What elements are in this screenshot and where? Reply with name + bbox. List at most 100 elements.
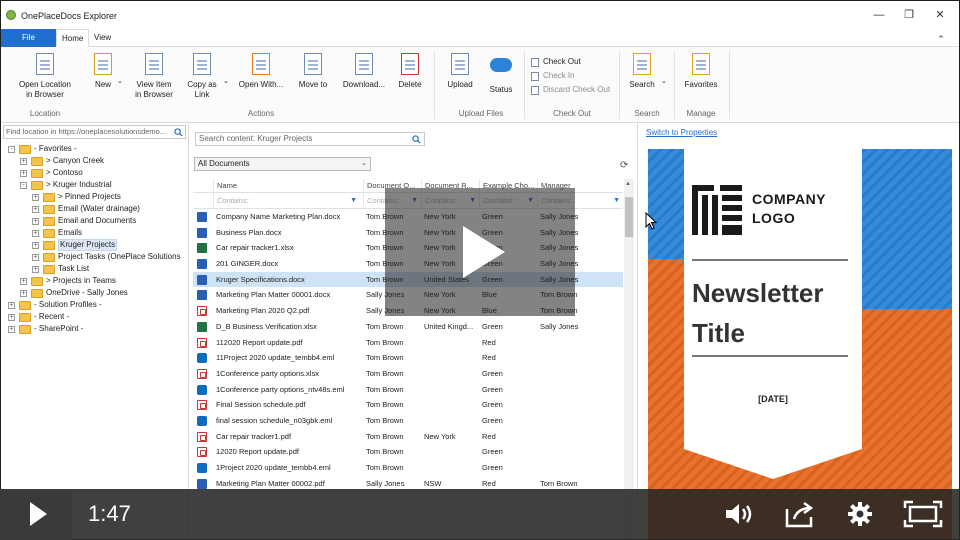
folder-icon <box>43 265 55 274</box>
find-location-input[interactable]: Find location in https://oneplacesolutio… <box>3 125 186 139</box>
tree-item[interactable]: + > Contoso <box>1 167 189 179</box>
expand-icon[interactable]: + <box>32 194 39 201</box>
copy-link-button[interactable]: Copy as Link ⌄ <box>183 53 229 100</box>
tree-item[interactable]: + Project Tasks (OnePlace Solutions <box>1 251 189 263</box>
tree-item[interactable]: + - Solution Profiles - <box>1 299 189 311</box>
view-select[interactable]: All Documents ⌄ <box>194 157 371 171</box>
expand-icon[interactable]: + <box>8 314 15 321</box>
table-row[interactable]: D_B Business Verification.xlsx Tom Brown U… <box>193 319 623 335</box>
collapse-ribbon-button[interactable]: ⌃ <box>931 31 951 47</box>
check-out-button[interactable]: Check Out <box>531 56 581 68</box>
expand-icon[interactable]: + <box>32 230 39 237</box>
play-button[interactable] <box>0 489 72 540</box>
settings-icon[interactable] <box>843 499 877 529</box>
video-play-overlay[interactable] <box>385 188 575 316</box>
table-row[interactable]: 1Project 2020 update_tembb4.eml Tom Brown… <box>193 460 623 476</box>
table-row[interactable]: final session schedule_n03gbk.eml Tom Bro… <box>193 413 623 429</box>
tree-item[interactable]: - > Kruger Industrial <box>1 179 189 191</box>
expand-icon[interactable]: + <box>32 266 39 273</box>
scrollbar-thumb[interactable] <box>625 197 633 237</box>
favorites-button[interactable]: Favorites <box>681 53 721 90</box>
expand-icon[interactable]: + <box>8 326 15 333</box>
expand-icon[interactable]: + <box>20 158 27 165</box>
collapse-icon[interactable]: - <box>20 182 27 189</box>
expand-icon[interactable]: + <box>32 242 39 249</box>
table-row[interactable]: 112020 Report update.pdf Tom Brown Red <box>193 335 623 351</box>
status-button[interactable]: Status <box>484 53 518 95</box>
table-row[interactable]: Final Session schedule.pdf Tom Brown Green <box>193 397 623 413</box>
download-button[interactable]: Download... <box>340 53 388 90</box>
discard-check-out-button[interactable]: Discard Check Out <box>531 84 610 96</box>
column-header-name[interactable]: Name <box>213 179 360 193</box>
filter-icon[interactable]: ▼ <box>350 193 357 209</box>
tree-item[interactable]: + OneDrive - Sally Jones <box>1 287 189 299</box>
tree-item[interactable]: + - SharePoint - <box>1 323 189 335</box>
expand-icon[interactable]: + <box>32 206 39 213</box>
search-icon[interactable] <box>412 135 421 144</box>
favorites-label: Favorites <box>684 80 718 89</box>
group-label-location: Location <box>29 109 61 118</box>
check-in-button[interactable]: Check In <box>531 70 575 82</box>
folder-icon <box>19 301 31 310</box>
tree-item[interactable]: + - Recent - <box>1 311 189 323</box>
expand-icon[interactable]: + <box>20 278 27 285</box>
tab-home[interactable]: Home <box>56 29 90 47</box>
cell-owner: Tom Brown <box>366 337 404 347</box>
check-out-icon <box>531 58 539 67</box>
tree-item-label: - Favorites - <box>34 144 77 153</box>
new-button[interactable]: New ⌄ <box>87 53 123 90</box>
tree-item-label: - Recent - <box>34 312 70 321</box>
switch-to-properties-link[interactable]: Switch to Properties <box>646 128 717 137</box>
minimize-button[interactable]: — <box>869 7 889 23</box>
upload-button[interactable]: Upload <box>443 53 477 90</box>
view-item-label: View Item in Browser <box>135 80 173 99</box>
share-icon[interactable] <box>783 499 817 529</box>
group-label-upload-files: Upload Files <box>458 109 504 118</box>
search-icon[interactable] <box>174 128 183 137</box>
tree-item[interactable]: + Email (Water drainage) <box>1 203 189 215</box>
tab-file[interactable]: File <box>1 29 56 47</box>
discard-check-out-icon <box>531 86 539 95</box>
tree-item[interactable]: + Kruger Projects <box>1 239 189 251</box>
open-with-button[interactable]: Open With... <box>236 53 286 90</box>
volume-icon[interactable] <box>722 499 756 529</box>
tree-item[interactable]: + > Pinned Projects <box>1 191 189 203</box>
fullscreen-icon[interactable] <box>903 499 943 529</box>
tree-item[interactable]: + Email and Documents <box>1 215 189 227</box>
tree-item-label: OneDrive - Sally Jones <box>46 288 128 297</box>
title-bar: OnePlaceDocs Explorer — ❐ ✕ <box>1 1 959 29</box>
expand-icon[interactable]: + <box>32 218 39 225</box>
table-row[interactable]: 1Conference party options.xlsx Tom Brown G… <box>193 366 623 382</box>
tree-item[interactable]: - - Favorites - <box>1 143 189 155</box>
delete-button[interactable]: Delete <box>393 53 427 90</box>
expand-icon[interactable]: + <box>20 170 27 177</box>
filter-icon[interactable]: ▼ <box>613 193 620 209</box>
open-location-button[interactable]: Open Location in Browser <box>13 53 77 100</box>
column-filter-input[interactable]: Contains: ▼ <box>213 193 360 209</box>
table-row[interactable]: 1Conference party options_ntv48s.eml Tom … <box>193 382 623 398</box>
tree-item[interactable]: + Emails <box>1 227 189 239</box>
table-row[interactable]: Car repair tracker1.pdf Tom Brown New York… <box>193 429 623 445</box>
vertical-scrollbar[interactable]: ▲ <box>624 179 634 539</box>
collapse-icon[interactable]: - <box>8 146 15 153</box>
tab-view[interactable]: View <box>89 29 116 47</box>
table-row[interactable]: 11Project 2020 update_tembb4.eml Tom Brow… <box>193 350 623 366</box>
move-to-button[interactable]: Move to <box>293 53 333 90</box>
view-item-button[interactable]: View Item in Browser <box>129 53 179 100</box>
search-content-input[interactable]: Search content: Kruger Projects <box>195 132 425 146</box>
tree-item[interactable]: + > Projects in Teams <box>1 275 189 287</box>
expand-icon[interactable]: + <box>8 302 15 309</box>
restore-button[interactable]: ❐ <box>899 7 919 23</box>
cell-choice: Green <box>482 384 503 394</box>
refresh-icon[interactable]: ⟳ <box>620 160 628 171</box>
scroll-up-icon[interactable]: ▲ <box>625 181 631 187</box>
tree-item[interactable]: + > Canyon Creek <box>1 155 189 167</box>
pdf-file-icon <box>197 337 207 348</box>
expand-icon[interactable]: + <box>32 254 39 261</box>
table-row[interactable]: 12020 Report update.pdf Tom Brown Green <box>193 444 623 460</box>
search-button[interactable]: Search ⌄ <box>625 53 667 90</box>
status-label: Status <box>489 85 513 94</box>
expand-icon[interactable]: + <box>20 290 27 297</box>
tree-item[interactable]: + Task List <box>1 263 189 275</box>
close-button[interactable]: ✕ <box>930 7 950 23</box>
